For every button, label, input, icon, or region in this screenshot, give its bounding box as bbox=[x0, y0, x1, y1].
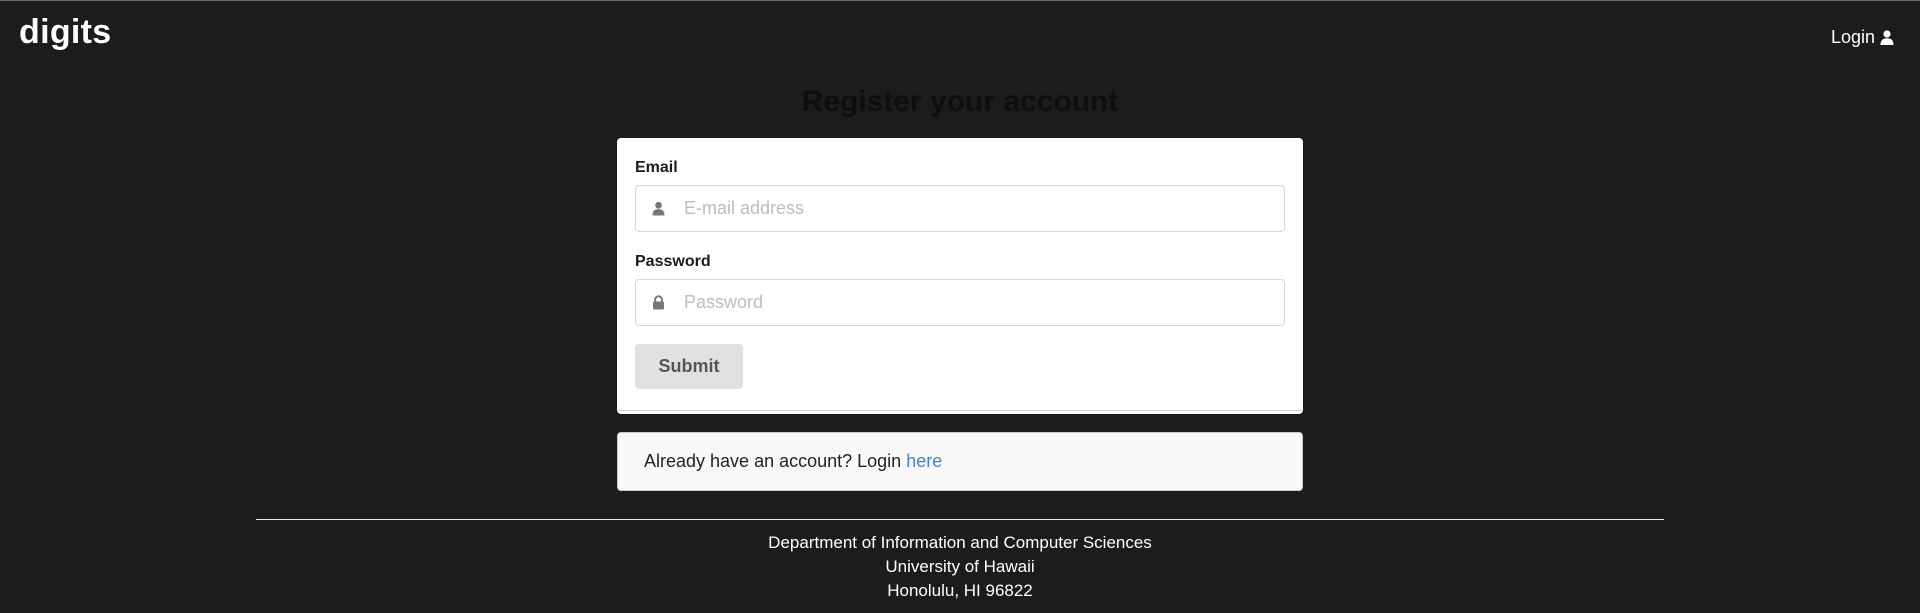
footer-address: Honolulu, HI 96822 bbox=[887, 581, 1033, 600]
password-input[interactable] bbox=[680, 280, 1284, 325]
login-menu-item[interactable]: Login bbox=[1831, 27, 1894, 48]
user-icon bbox=[1880, 30, 1894, 45]
login-prompt-message: Already have an account? Login here bbox=[617, 432, 1303, 491]
email-field-wrapper bbox=[635, 185, 1285, 232]
login-menu-label: Login bbox=[1830, 27, 1875, 47]
page: digits Login Register your account Email… bbox=[0, 0, 1920, 613]
footer-divider bbox=[256, 519, 1664, 520]
page-title: Register your account bbox=[801, 85, 1119, 118]
login-here-link[interactable]: here bbox=[906, 451, 942, 472]
submit-button[interactable]: Submit bbox=[635, 344, 743, 389]
footer-university: University of Hawaii bbox=[885, 557, 1035, 576]
email-input[interactable] bbox=[680, 186, 1284, 231]
lock-icon bbox=[636, 280, 680, 325]
brand-logo-link[interactable]: digits bbox=[19, 13, 111, 52]
footer: Department of Information and Computer S… bbox=[0, 531, 1920, 603]
user-icon bbox=[636, 186, 680, 231]
login-prompt-text: Already have an account? Login bbox=[644, 451, 902, 471]
password-label: Password bbox=[635, 253, 711, 270]
register-form: Email Password Submit bbox=[617, 138, 1303, 414]
password-field-wrapper bbox=[635, 279, 1285, 326]
footer-department: Department of Information and Computer S… bbox=[768, 533, 1152, 552]
email-label: Email bbox=[635, 159, 678, 176]
